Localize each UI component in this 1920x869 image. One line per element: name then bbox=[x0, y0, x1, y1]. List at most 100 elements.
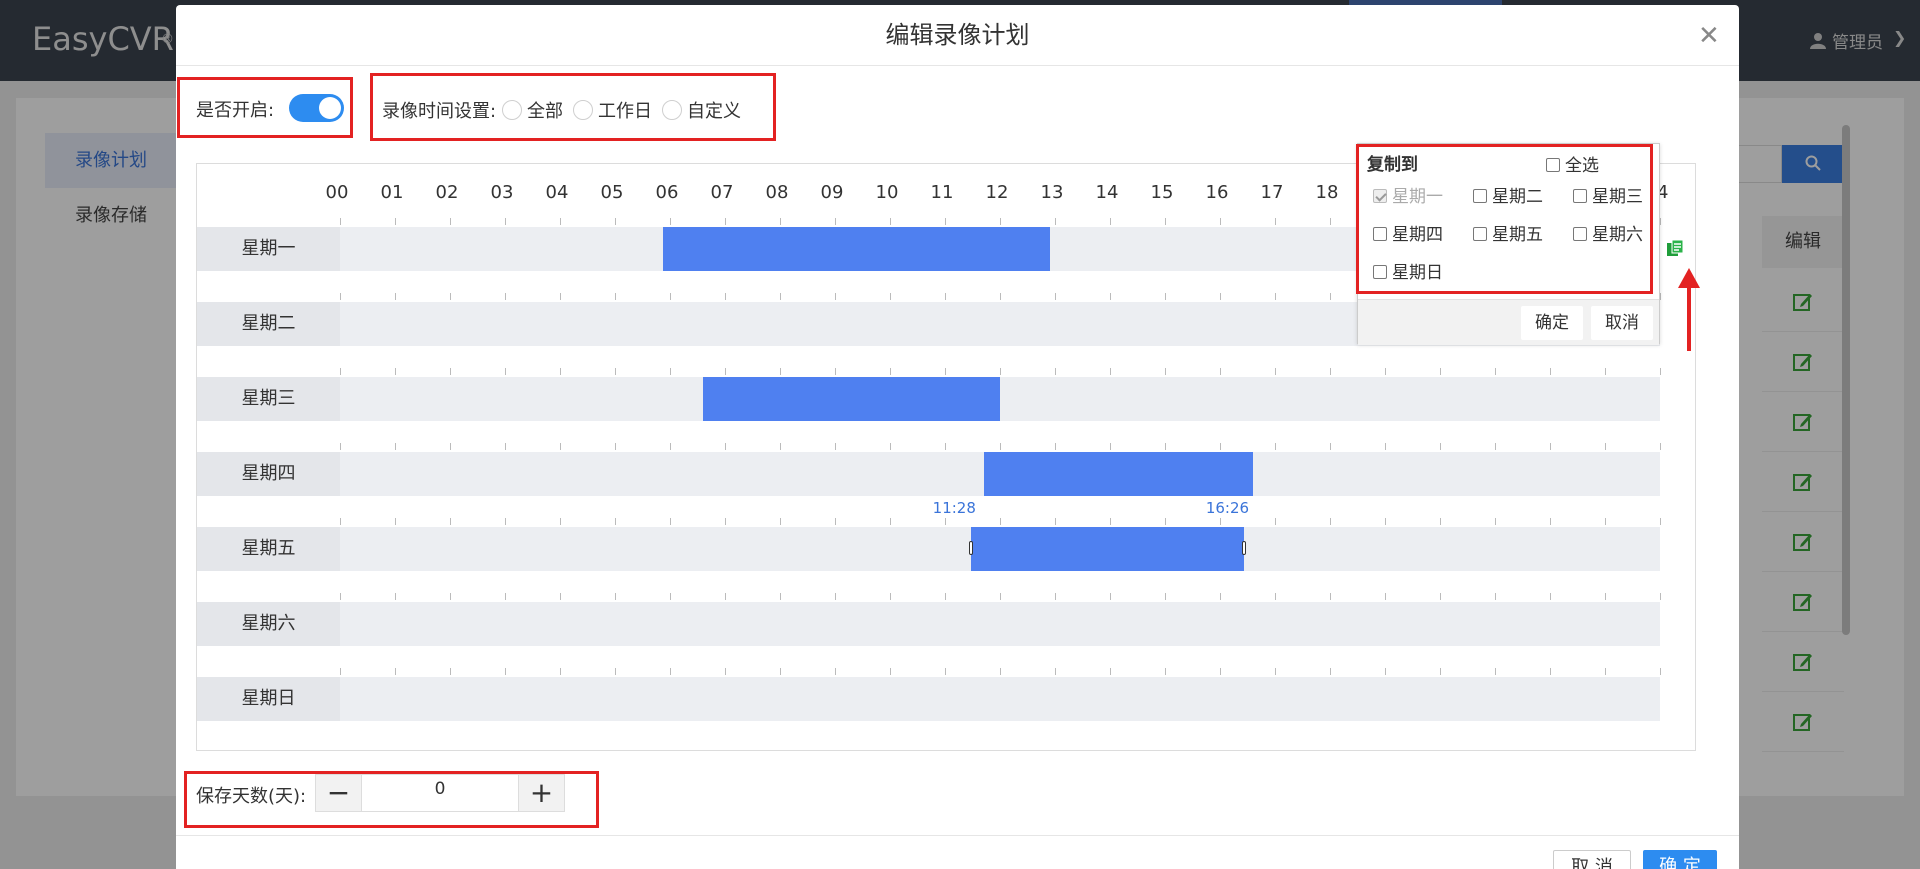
hour-tick bbox=[395, 443, 396, 450]
hour-label: 16 bbox=[1205, 182, 1229, 203]
hour-tick bbox=[670, 668, 671, 675]
hour-tick bbox=[560, 368, 561, 375]
hour-tick bbox=[615, 443, 616, 450]
hour-tick bbox=[505, 668, 506, 675]
radio-workday[interactable]: 工作日 bbox=[573, 97, 652, 123]
radio-circle[interactable] bbox=[502, 100, 522, 120]
segment-start-handle[interactable] bbox=[968, 541, 973, 555]
hour-tick bbox=[1110, 218, 1111, 225]
radio-custom[interactable]: 自定义 bbox=[662, 97, 741, 123]
hour-label: 13 bbox=[1040, 182, 1064, 203]
time-setting-label: 录像时间设置: bbox=[382, 101, 497, 122]
hour-label: 04 bbox=[545, 182, 569, 203]
hour-tick bbox=[505, 218, 506, 225]
enable-label: 是否开启: bbox=[196, 100, 275, 121]
hour-tick bbox=[1660, 518, 1661, 525]
hour-tick bbox=[615, 668, 616, 675]
copy-ok-button[interactable]: 确定 bbox=[1521, 306, 1583, 340]
copy-icon[interactable] bbox=[1665, 238, 1685, 258]
hour-tick bbox=[890, 668, 891, 675]
hour-tick bbox=[1000, 368, 1001, 375]
hour-tick bbox=[1110, 668, 1111, 675]
hour-tick bbox=[1660, 593, 1661, 600]
hour-ticks bbox=[340, 668, 1661, 677]
dialog-footer-divider bbox=[176, 835, 1739, 836]
hour-tick bbox=[560, 443, 561, 450]
hour-tick bbox=[1330, 518, 1331, 525]
hour-tick bbox=[725, 518, 726, 525]
enable-toggle[interactable] bbox=[289, 94, 344, 122]
hour-tick bbox=[560, 293, 561, 300]
confirm-button[interactable]: 确 定 bbox=[1643, 850, 1717, 869]
hour-tick bbox=[1220, 293, 1221, 300]
close-icon[interactable]: ✕ bbox=[1698, 23, 1720, 49]
radio-all[interactable]: 全部 bbox=[502, 97, 563, 123]
hour-tick bbox=[1660, 293, 1661, 300]
hour-tick bbox=[945, 218, 946, 225]
hour-tick bbox=[395, 368, 396, 375]
hour-tick bbox=[725, 293, 726, 300]
hour-label: 00 bbox=[325, 182, 349, 203]
hour-tick bbox=[450, 293, 451, 300]
hour-tick bbox=[1495, 368, 1496, 375]
hour-label: 08 bbox=[765, 182, 789, 203]
hour-tick bbox=[1330, 368, 1331, 375]
hour-tick bbox=[1660, 443, 1661, 450]
record-time-segment[interactable] bbox=[662, 227, 1051, 271]
hour-label: 06 bbox=[655, 182, 679, 203]
day-timeline-track[interactable] bbox=[340, 377, 1660, 421]
increment-button[interactable]: + bbox=[518, 775, 564, 811]
hour-tick bbox=[1495, 593, 1496, 600]
hour-tick bbox=[505, 368, 506, 375]
hour-tick bbox=[1220, 443, 1221, 450]
hour-tick bbox=[1660, 668, 1661, 675]
hour-tick bbox=[835, 293, 836, 300]
hour-tick bbox=[945, 293, 946, 300]
hour-tick bbox=[890, 368, 891, 375]
hour-tick bbox=[1220, 368, 1221, 375]
hour-tick bbox=[1275, 443, 1276, 450]
hour-tick bbox=[505, 518, 506, 525]
hour-tick bbox=[615, 593, 616, 600]
hour-tick bbox=[560, 593, 561, 600]
hour-tick bbox=[1440, 593, 1441, 600]
hour-tick bbox=[1110, 518, 1111, 525]
hour-tick bbox=[670, 593, 671, 600]
cancel-button[interactable]: 取 消 bbox=[1553, 850, 1631, 869]
hour-tick bbox=[505, 293, 506, 300]
day-timeline-track[interactable] bbox=[340, 677, 1660, 721]
record-time-segment[interactable] bbox=[983, 452, 1253, 496]
hour-tick bbox=[560, 668, 561, 675]
day-timeline-track[interactable] bbox=[340, 452, 1660, 496]
hour-label: 15 bbox=[1150, 182, 1174, 203]
hour-tick bbox=[1220, 668, 1221, 675]
toggle-knob bbox=[319, 97, 341, 119]
day-row: 星期六 bbox=[197, 593, 1661, 646]
day-label: 星期四 bbox=[197, 452, 340, 496]
day-label: 星期六 bbox=[197, 602, 340, 646]
copy-cancel-button[interactable]: 取消 bbox=[1591, 306, 1653, 340]
hour-tick bbox=[1000, 293, 1001, 300]
segment-end-time-label: 16:26 bbox=[1205, 499, 1250, 517]
hour-tick bbox=[1385, 518, 1386, 525]
hour-tick bbox=[1440, 668, 1441, 675]
decrement-button[interactable]: − bbox=[316, 775, 362, 811]
hour-tick bbox=[560, 518, 561, 525]
record-time-segment[interactable] bbox=[703, 377, 1000, 421]
hour-tick bbox=[1275, 668, 1276, 675]
day-timeline-track[interactable] bbox=[340, 602, 1660, 646]
hour-tick bbox=[780, 443, 781, 450]
hour-tick bbox=[395, 518, 396, 525]
record-time-segment[interactable] bbox=[970, 527, 1244, 571]
retention-days-input[interactable] bbox=[362, 775, 518, 811]
segment-end-handle[interactable] bbox=[1241, 541, 1246, 555]
radio-circle[interactable] bbox=[662, 100, 682, 120]
day-timeline-track[interactable] bbox=[340, 527, 1660, 571]
hour-tick bbox=[1055, 293, 1056, 300]
radio-circle[interactable] bbox=[573, 100, 593, 120]
hour-ticks bbox=[340, 443, 1661, 452]
hour-tick bbox=[725, 443, 726, 450]
day-row: 星期日 bbox=[197, 668, 1661, 721]
hour-tick bbox=[1385, 368, 1386, 375]
day-label: 星期一 bbox=[197, 227, 340, 271]
